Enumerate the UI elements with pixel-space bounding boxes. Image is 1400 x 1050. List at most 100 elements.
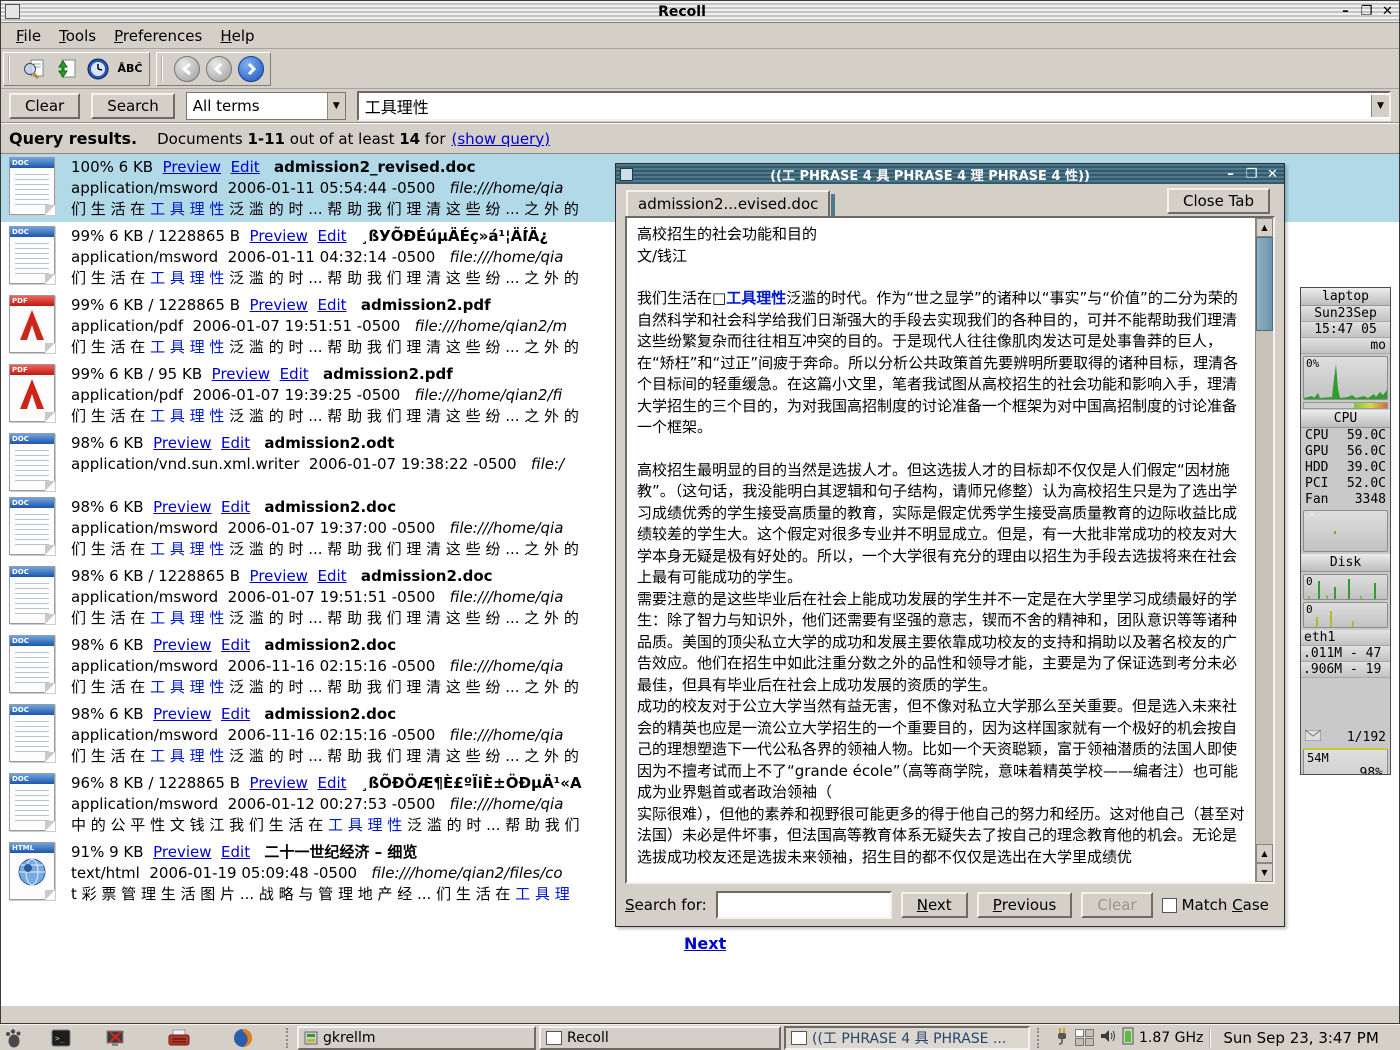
advanced-search-icon[interactable]	[19, 55, 49, 83]
window-menu-icon[interactable]	[5, 4, 20, 19]
minimize-button[interactable]: –	[1338, 4, 1353, 19]
screen-lock-launcher-icon[interactable]	[102, 1027, 128, 1049]
cpu-frequency-icon[interactable]	[1122, 1027, 1134, 1049]
preview-link[interactable]: Preview	[250, 567, 308, 585]
firefox-launcher-icon[interactable]	[230, 1027, 256, 1049]
preview-link[interactable]: Preview	[153, 843, 211, 861]
terminal-launcher-icon[interactable]: >_	[48, 1027, 74, 1049]
close-button[interactable]: ✕	[1380, 4, 1395, 19]
close-button[interactable]: ✕	[1265, 167, 1280, 182]
menu-help[interactable]: Help	[211, 25, 263, 47]
disk-read-chart[interactable]: 0	[1303, 574, 1388, 600]
preview-link[interactable]: Preview	[163, 158, 221, 176]
first-page-icon[interactable]	[172, 55, 202, 83]
query-input[interactable]: 工具理性 ▼	[357, 91, 1391, 121]
preview-text-area[interactable]: 高校招生的社会功能和目的文/钱江我们生活在□工具理性泛滥的时代。作为“世之显学”…	[625, 216, 1275, 884]
cpu-chart[interactable]: 0%	[1303, 356, 1388, 400]
typewriter-launcher-icon[interactable]	[166, 1027, 192, 1049]
chevron-down-icon[interactable]: ▼	[327, 93, 345, 119]
edit-link[interactable]: Edit	[317, 774, 346, 792]
results-header: Query results. Documents 1-11 out of at …	[1, 124, 1399, 153]
taskbar-clock[interactable]: Sun Sep 23, 3:47 PM	[1209, 1029, 1388, 1047]
preview-link[interactable]: Preview	[153, 705, 211, 723]
fan-chart[interactable]	[1303, 510, 1388, 552]
proc-label: mo	[1301, 338, 1390, 354]
result-url: file:///home/qia	[450, 795, 564, 813]
find-clear-button[interactable]: Clear	[1081, 892, 1152, 918]
find-next-button[interactable]: Next	[901, 892, 968, 918]
window-menu-icon[interactable]	[620, 168, 633, 181]
menu-preferences[interactable]: Preferences	[105, 25, 211, 47]
toolbar-handle[interactable]	[161, 56, 167, 82]
preview-link[interactable]: Preview	[153, 636, 211, 654]
task-button-preview[interactable]: ((工 PHRASE 4 具 PHRASE ...	[784, 1026, 1030, 1050]
fan-row: Fan3348	[1301, 492, 1390, 508]
scroll-up-icon[interactable]: ▲	[1256, 218, 1273, 237]
result-filename: admission2.pdf	[361, 296, 491, 314]
find-previous-button[interactable]: Previous	[977, 892, 1073, 918]
hostname-label[interactable]: laptop	[1301, 288, 1390, 306]
result-mime: text/html	[71, 864, 140, 882]
match-case-option[interactable]: Match Case	[1162, 896, 1269, 914]
task-button-recoll[interactable]: Recoll	[539, 1026, 781, 1050]
result-filename: admission2.doc	[264, 498, 396, 516]
preview-link[interactable]: Preview	[153, 498, 211, 516]
scroll-up-icon[interactable]: ▲	[1256, 844, 1273, 863]
toolbar-handle[interactable]	[8, 56, 14, 82]
next-page-icon[interactable]	[236, 55, 266, 83]
doc-file-icon: DOC	[9, 773, 55, 831]
search-mode-select[interactable]: All terms ▼	[186, 92, 346, 120]
edit-link[interactable]: Edit	[231, 158, 260, 176]
scroll-down-icon[interactable]: ▼	[1256, 863, 1273, 882]
close-tab-button[interactable]: Close Tab	[1167, 188, 1270, 214]
preview-link[interactable]: Preview	[250, 296, 308, 314]
edit-link[interactable]: Edit	[280, 365, 309, 383]
clear-button[interactable]: Clear	[9, 93, 80, 119]
maximize-button[interactable]: ❐	[1244, 167, 1259, 182]
next-results-link[interactable]: Next	[684, 934, 726, 953]
preview-link[interactable]: Preview	[250, 227, 308, 245]
term-explorer-icon[interactable]: ÅBĈ	[115, 55, 145, 83]
scrollbar-thumb[interactable]	[1256, 237, 1273, 331]
disk-header[interactable]: Disk	[1301, 554, 1390, 572]
wifi-panel[interactable]: 54M 98% 52 dB	[1303, 748, 1388, 775]
edit-link[interactable]: Edit	[221, 636, 250, 654]
result-score-size: 99% 6 KB / 1228865 B	[71, 296, 240, 314]
power-plug-icon[interactable]	[1054, 1026, 1070, 1050]
menu-tools[interactable]: Tools	[50, 25, 105, 47]
sort-parameters-icon[interactable]	[51, 55, 81, 83]
sensors-header[interactable]: CPU	[1301, 410, 1390, 428]
edit-link[interactable]: Edit	[221, 705, 250, 723]
edit-link[interactable]: Edit	[221, 843, 250, 861]
edit-link[interactable]: Edit	[317, 567, 346, 585]
preview-link[interactable]: Preview	[250, 774, 308, 792]
speaker-icon[interactable]	[1099, 1028, 1117, 1048]
restore-button[interactable]: ❐	[1359, 4, 1374, 19]
show-query-link[interactable]: (show query)	[452, 130, 551, 148]
preview-link[interactable]: Preview	[153, 434, 211, 452]
pdf-file-icon: PDF	[9, 295, 55, 353]
disk-write-chart[interactable]: 0	[1303, 602, 1388, 628]
match-case-checkbox[interactable]	[1162, 898, 1177, 913]
preview-scrollbar[interactable]: ▲ ▲ ▼	[1255, 218, 1273, 882]
query-history-chevron-icon[interactable]: ▼	[1371, 95, 1389, 117]
edit-link[interactable]: Edit	[221, 434, 250, 452]
search-button[interactable]: Search	[91, 93, 175, 119]
preview-search-input[interactable]	[716, 891, 892, 919]
sort-by-date-icon[interactable]	[83, 55, 113, 83]
previous-page-icon[interactable]	[204, 55, 234, 83]
minimize-button[interactable]: –	[1223, 167, 1238, 182]
window-icon	[791, 1031, 807, 1045]
task-button-gkrellm[interactable]: gkrellm	[297, 1026, 536, 1050]
edit-link[interactable]: Edit	[317, 296, 346, 314]
preview-link[interactable]: Preview	[212, 365, 270, 383]
net-interface-label[interactable]: eth1	[1301, 630, 1390, 646]
gnome-menu-icon[interactable]	[0, 1027, 26, 1049]
mail-row[interactable]: 1/192	[1301, 730, 1390, 746]
preview-tab[interactable]: admission2...evised.doc	[626, 190, 830, 217]
edit-link[interactable]: Edit	[317, 227, 346, 245]
edit-link[interactable]: Edit	[221, 498, 250, 516]
menu-file[interactable]: File	[7, 25, 50, 47]
result-url: file:///home/qia	[450, 519, 564, 537]
workspace-switcher[interactable]	[1075, 1029, 1094, 1046]
